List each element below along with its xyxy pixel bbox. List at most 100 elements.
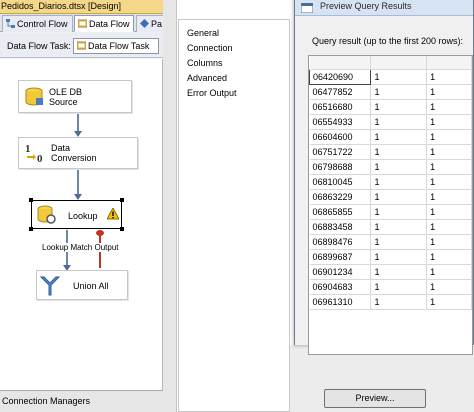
connection-managers-label: Connection Managers bbox=[2, 396, 91, 406]
table-cell[interactable]: 1 bbox=[426, 84, 472, 100]
table-cell[interactable]: 1 bbox=[370, 129, 428, 145]
table-row[interactable]: 06883458 1 1 bbox=[309, 219, 472, 235]
table-cell[interactable]: 1 bbox=[426, 99, 472, 115]
table-row[interactable]: 06899687 1 1 bbox=[309, 249, 472, 265]
table-cell[interactable]: 06604600 bbox=[309, 129, 372, 145]
table-cell[interactable]: 1 bbox=[370, 84, 428, 100]
table-cell[interactable]: 1 bbox=[426, 264, 472, 280]
selection-handle[interactable] bbox=[29, 198, 33, 202]
table-row[interactable]: 06554933 1 1 bbox=[309, 114, 472, 130]
results-table: 06420690 1 1 06477852 1 1 06516680 1 1 06554933 1 1… bbox=[309, 56, 472, 310]
table-row[interactable]: 06865855 1 1 bbox=[309, 204, 472, 220]
nav-item-columns[interactable]: Columns bbox=[187, 58, 223, 68]
nav-item-error-output[interactable]: Error Output bbox=[187, 88, 237, 98]
table-row[interactable]: 06904683 1 1 bbox=[309, 279, 472, 295]
table-cell[interactable]: 06898476 bbox=[309, 234, 372, 250]
lookup-label: Lookup bbox=[68, 211, 98, 221]
data-conversion-component[interactable]: 1 0 Data Conversion bbox=[18, 137, 138, 169]
selection-handle[interactable] bbox=[120, 198, 124, 202]
table-row[interactable]: 06901234 1 1 bbox=[309, 264, 472, 280]
table-cell[interactable]: 06554933 bbox=[309, 114, 372, 130]
table-cell[interactable]: 1 bbox=[426, 69, 472, 85]
table-cell[interactable]: 1 bbox=[426, 189, 472, 205]
table-cell[interactable]: 1 bbox=[370, 144, 428, 160]
selection-handle[interactable] bbox=[120, 227, 124, 231]
table-row[interactable]: 06798688 1 1 bbox=[309, 159, 472, 175]
table-row[interactable]: 06863229 1 1 bbox=[309, 189, 472, 205]
table-cell[interactable]: 1 bbox=[426, 129, 472, 145]
table-cell[interactable]: 1 bbox=[370, 234, 428, 250]
lookup-icon bbox=[37, 205, 56, 224]
table-row[interactable]: 06810045 1 1 bbox=[309, 174, 472, 190]
table-row[interactable]: 06751722 1 1 bbox=[309, 144, 472, 160]
table-cell[interactable]: 1 bbox=[426, 219, 472, 235]
table-cell[interactable]: 1 bbox=[370, 69, 428, 85]
table-cell[interactable]: 1 bbox=[426, 279, 472, 295]
table-row[interactable]: 06420690 1 1 bbox=[309, 68, 472, 85]
dialog-body: Query result (up to the first 200 rows):… bbox=[295, 16, 473, 355]
column-header[interactable] bbox=[309, 56, 372, 70]
table-cell[interactable]: 06901234 bbox=[309, 264, 372, 280]
column-header[interactable] bbox=[426, 56, 472, 70]
table-cell[interactable]: 1 bbox=[370, 189, 428, 205]
table-cell[interactable]: 1 bbox=[426, 234, 472, 250]
table-cell[interactable]: 06810045 bbox=[309, 174, 372, 190]
table-cell[interactable]: 1 bbox=[370, 204, 428, 220]
table-cell[interactable]: 06420690 bbox=[309, 68, 372, 85]
table-cell[interactable]: 06865855 bbox=[309, 204, 372, 220]
nav-item-general[interactable]: General bbox=[187, 28, 219, 38]
table-cell[interactable]: 1 bbox=[370, 219, 428, 235]
tab-data-flow[interactable]: Data Flow bbox=[74, 15, 134, 32]
tab-package-explorer[interactable]: Pa bbox=[136, 15, 166, 32]
table-cell[interactable]: 06751722 bbox=[309, 144, 372, 160]
table-row[interactable]: 06477852 1 1 bbox=[309, 84, 472, 100]
table-row[interactable]: 06604600 1 1 bbox=[309, 129, 472, 145]
table-row[interactable]: 06898476 1 1 bbox=[309, 234, 472, 250]
document-tab[interactable]: Pedidos_Diarios.dtsx [Design] bbox=[0, 0, 163, 14]
table-cell[interactable]: 1 bbox=[370, 249, 428, 265]
union-all-component[interactable]: Union All bbox=[36, 270, 128, 300]
nav-item-advanced[interactable]: Advanced bbox=[187, 73, 227, 83]
task-dropdown[interactable]: Data Flow Task bbox=[73, 38, 159, 54]
table-cell[interactable]: 1 bbox=[426, 204, 472, 220]
design-canvas[interactable]: OLE DB Source 1 0 Data Conversion Lookup bbox=[0, 59, 163, 390]
error-output-connector[interactable] bbox=[96, 230, 104, 236]
column-header[interactable] bbox=[370, 56, 428, 70]
tab-control-flow[interactable]: Control Flow bbox=[2, 15, 73, 32]
ole-db-source-component[interactable]: OLE DB Source bbox=[18, 80, 132, 113]
splitter[interactable] bbox=[163, 0, 177, 412]
table-row[interactable]: 06516680 1 1 bbox=[309, 99, 472, 115]
preview-button[interactable]: Preview... bbox=[324, 389, 426, 408]
connection-managers-tab[interactable]: Connection Managers bbox=[0, 390, 163, 412]
table-cell[interactable]: 1 bbox=[426, 174, 472, 190]
lookup-component[interactable]: Lookup bbox=[29, 198, 124, 231]
table-cell[interactable]: 06477852 bbox=[309, 84, 372, 100]
nav-item-connection[interactable]: Connection bbox=[187, 43, 233, 53]
task-selector-bar: Data Flow Task: Data Flow Task bbox=[0, 33, 163, 58]
table-cell[interactable]: 1 bbox=[370, 174, 428, 190]
results-grid[interactable]: 06420690 1 1 06477852 1 1 06516680 1 1 06554933 1 1… bbox=[308, 55, 473, 355]
table-cell[interactable]: 06863229 bbox=[309, 189, 372, 205]
table-cell[interactable]: 1 bbox=[426, 159, 472, 175]
table-cell[interactable]: 1 bbox=[370, 99, 428, 115]
dialog-title-bar[interactable]: Preview Query Results bbox=[295, 0, 473, 16]
table-cell[interactable]: 06798688 bbox=[309, 159, 372, 175]
table-cell[interactable]: 1 bbox=[370, 264, 428, 280]
table-row[interactable]: 06961310 1 1 bbox=[309, 294, 472, 310]
warning-icon[interactable] bbox=[107, 208, 119, 220]
table-cell[interactable]: 06961310 bbox=[309, 294, 372, 310]
table-cell[interactable]: 1 bbox=[370, 159, 428, 175]
table-cell[interactable]: 06899687 bbox=[309, 249, 372, 265]
table-cell[interactable]: 1 bbox=[370, 294, 428, 310]
table-cell[interactable]: 06516680 bbox=[309, 99, 372, 115]
table-cell[interactable]: 1 bbox=[370, 279, 428, 295]
table-cell[interactable]: 06904683 bbox=[309, 279, 372, 295]
table-cell[interactable]: 1 bbox=[426, 294, 472, 310]
selection-handle[interactable] bbox=[29, 227, 33, 231]
table-cell[interactable]: 1 bbox=[426, 144, 472, 160]
table-cell[interactable]: 1 bbox=[370, 114, 428, 130]
table-cell[interactable]: 1 bbox=[426, 249, 472, 265]
path-arrow[interactable] bbox=[77, 170, 79, 197]
table-cell[interactable]: 1 bbox=[426, 114, 472, 130]
table-cell[interactable]: 06883458 bbox=[309, 219, 372, 235]
